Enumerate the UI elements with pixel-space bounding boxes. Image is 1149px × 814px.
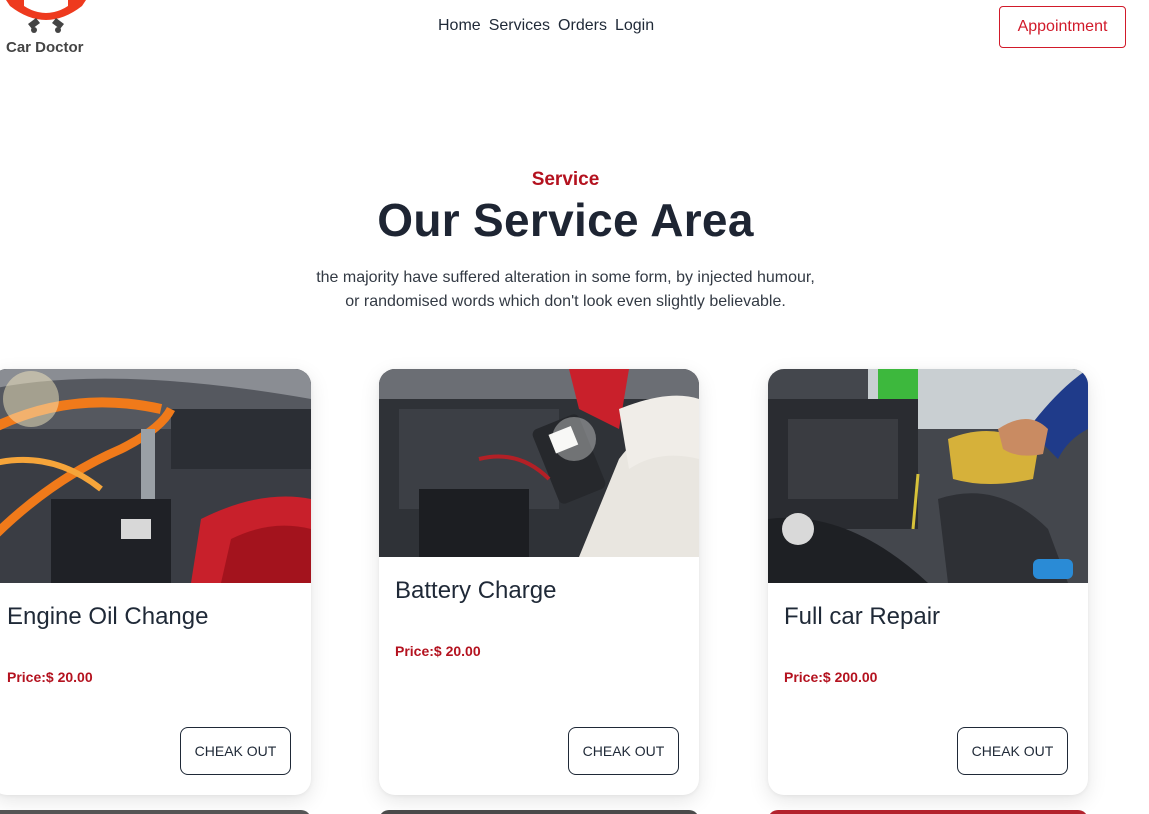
oil-pour-photo-icon [768,369,1088,583]
brand-name: Car Doctor [6,39,84,56]
description-line-1: the majority have suffered alteration in… [316,269,815,286]
service-title: Battery Charge [395,577,557,604]
nav-login[interactable]: Login [615,17,654,35]
nav-home[interactable]: Home [438,17,481,35]
section-description: the majority have suffered alteration in… [300,266,831,314]
next-card-peek [379,810,699,814]
appointment-button[interactable]: Appointment [999,6,1126,48]
service-card-full-car-repair: Full car Repair Price:$ 200.00 CHEAK OUT [768,369,1088,795]
nav-services[interactable]: Services [489,17,550,35]
service-price: Price:$ 20.00 [7,669,93,685]
battery-tester-photo-icon [379,369,699,557]
gear-logo-icon [6,0,86,33]
next-card-peek [768,810,1088,814]
service-price: Price:$ 200.00 [784,669,878,685]
checkout-button[interactable]: CHEAK OUT [568,727,679,775]
engine-battery-photo-icon [0,369,311,583]
page: Car Doctor Home Services Orders Login Ap… [0,0,1149,814]
service-title: Full car Repair [784,603,941,630]
checkout-button[interactable]: CHEAK OUT [957,727,1068,775]
section-title: Our Service Area [377,194,754,246]
brand-logo[interactable]: Car Doctor [0,0,100,62]
main-nav: Home Services Orders Login [438,17,654,35]
section-eyebrow: Service [531,169,600,190]
service-price: Price:$ 20.00 [395,643,481,659]
next-card-peek [0,810,311,814]
nav-orders[interactable]: Orders [558,17,607,35]
description-line-2: or randomised words which don't look eve… [345,293,786,310]
service-title: Engine Oil Change [7,603,209,630]
service-card-engine-oil: Engine Oil Change Price:$ 20.00 CHEAK OU… [0,369,311,795]
checkout-button[interactable]: CHEAK OUT [180,727,291,775]
service-card-battery-charge: Battery Charge Price:$ 20.00 CHEAK OUT [379,369,699,795]
